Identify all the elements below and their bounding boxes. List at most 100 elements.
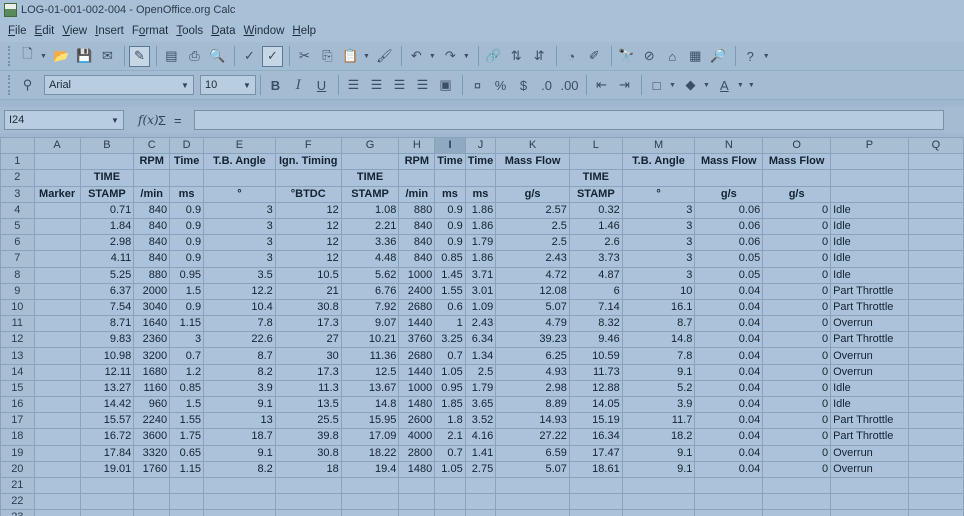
- cell-h7[interactable]: 840: [398, 250, 436, 268]
- cell-g18[interactable]: 17.09: [340, 428, 400, 446]
- open-folder-icon[interactable]: 📂: [51, 46, 72, 67]
- cell-i3[interactable]: ms: [434, 185, 466, 203]
- cell-i12[interactable]: 3.25: [434, 331, 466, 349]
- cell-e1[interactable]: T.B. Angle: [203, 153, 276, 171]
- cell-o15[interactable]: 0: [762, 379, 832, 398]
- italic-button[interactable]: I: [288, 75, 309, 96]
- cell-n10[interactable]: 0.04: [694, 298, 764, 317]
- cell-j13[interactable]: 1.34: [464, 347, 497, 365]
- cell-n23[interactable]: [694, 509, 764, 516]
- cell-g8[interactable]: 5.62: [340, 266, 400, 284]
- cell-d13[interactable]: 0.7: [169, 347, 205, 365]
- select-all-corner[interactable]: [0, 136, 35, 155]
- cell-h17[interactable]: 2600: [398, 412, 436, 430]
- cell-g21[interactable]: [340, 476, 400, 495]
- cell-i20[interactable]: 1.05: [434, 460, 466, 478]
- cell-p6[interactable]: Idle: [830, 234, 909, 252]
- cell-d1[interactable]: Time: [169, 153, 205, 171]
- cell-f16[interactable]: 13.5: [274, 395, 342, 414]
- cell-n19[interactable]: 0.04: [694, 444, 764, 462]
- cell-o22[interactable]: [762, 493, 832, 511]
- cell-a10[interactable]: [33, 298, 81, 317]
- justify-icon[interactable]: ☰: [412, 75, 433, 96]
- cell-l9[interactable]: 6: [568, 282, 623, 300]
- cell-c15[interactable]: 1160: [133, 379, 171, 398]
- cell-j19[interactable]: 1.41: [464, 444, 497, 462]
- cell-b17[interactable]: 15.57: [79, 412, 135, 430]
- cell-n13[interactable]: 0.04: [694, 347, 764, 365]
- email-icon[interactable]: ✉: [97, 46, 118, 67]
- cell-n14[interactable]: 0.04: [694, 363, 764, 381]
- cell-b13[interactable]: 10.98: [79, 347, 135, 365]
- cell-q7[interactable]: [907, 250, 964, 268]
- chart-icon[interactable]: ◔: [561, 46, 582, 67]
- cell-l12[interactable]: 9.46: [568, 331, 623, 349]
- cell-f17[interactable]: 25.5: [274, 412, 342, 430]
- cell-d23[interactable]: [169, 509, 205, 516]
- cell-m4[interactable]: 3: [621, 201, 696, 219]
- cell-i17[interactable]: 1.8: [434, 412, 466, 430]
- row-header[interactable]: 23: [0, 509, 35, 516]
- new-document-icon[interactable]: 🗋: [17, 46, 38, 67]
- cell-j14[interactable]: 2.5: [464, 363, 497, 381]
- font-name-combo[interactable]: Arial ▼: [44, 75, 194, 95]
- cell-f20[interactable]: 18: [274, 460, 342, 478]
- cell-b23[interactable]: [79, 509, 135, 516]
- cell-e15[interactable]: 3.9: [203, 379, 276, 398]
- cell-p21[interactable]: [830, 476, 909, 495]
- cell-q9[interactable]: [907, 282, 964, 300]
- cell-g4[interactable]: 1.08: [340, 201, 400, 219]
- column-header[interactable]: B: [79, 136, 135, 155]
- cell-l13[interactable]: 10.59: [568, 347, 623, 365]
- currency-format-icon[interactable]: ¤: [467, 75, 488, 96]
- cell-c11[interactable]: 1640: [133, 315, 171, 333]
- cell-l11[interactable]: 8.32: [568, 315, 623, 333]
- column-header[interactable]: C: [133, 136, 171, 155]
- redo-icon[interactable]: ↷: [440, 46, 461, 67]
- cell-h13[interactable]: 2680: [398, 347, 436, 365]
- cell-l6[interactable]: 2.6: [568, 234, 623, 252]
- cell-q15[interactable]: [907, 379, 964, 398]
- column-header[interactable]: O: [762, 136, 832, 155]
- cell-o13[interactable]: 0: [762, 347, 832, 365]
- cell-l3[interactable]: STAMP: [568, 185, 623, 203]
- copy-icon[interactable]: ⎘: [317, 46, 338, 67]
- cell-i22[interactable]: [434, 493, 466, 511]
- row-header[interactable]: 19: [0, 444, 35, 462]
- cell-g3[interactable]: STAMP: [340, 185, 400, 203]
- cell-f9[interactable]: 21: [274, 282, 342, 300]
- cell-g11[interactable]: 9.07: [340, 315, 400, 333]
- cell-c18[interactable]: 3600: [133, 428, 171, 446]
- cell-i11[interactable]: 1: [434, 315, 466, 333]
- cell-q19[interactable]: [907, 444, 964, 462]
- row-header[interactable]: 13: [0, 347, 35, 365]
- cell-g20[interactable]: 19.4: [340, 460, 400, 478]
- cell-i10[interactable]: 0.6: [434, 298, 466, 317]
- cell-a23[interactable]: [33, 509, 81, 516]
- cell-m10[interactable]: 16.1: [621, 298, 696, 317]
- cell-k17[interactable]: 14.93: [495, 412, 570, 430]
- cell-k12[interactable]: 39.23: [495, 331, 570, 349]
- cell-k11[interactable]: 4.79: [495, 315, 570, 333]
- cell-h18[interactable]: 4000: [398, 428, 436, 446]
- cell-a2[interactable]: [33, 169, 81, 187]
- cell-j2[interactable]: [464, 169, 497, 187]
- cell-k15[interactable]: 2.98: [495, 379, 570, 398]
- help-icon[interactable]: ?: [740, 46, 761, 67]
- cell-q13[interactable]: [907, 347, 964, 365]
- cell-c10[interactable]: 3040: [133, 298, 171, 317]
- cell-f10[interactable]: 30.8: [274, 298, 342, 317]
- cell-j8[interactable]: 3.71: [464, 266, 497, 284]
- cell-k18[interactable]: 27.22: [495, 428, 570, 446]
- row-header[interactable]: 22: [0, 493, 35, 511]
- cell-d4[interactable]: 0.9: [169, 201, 205, 219]
- row-header[interactable]: 12: [0, 331, 35, 349]
- cell-q2[interactable]: [907, 169, 964, 187]
- cell-h23[interactable]: [398, 509, 436, 516]
- cell-e5[interactable]: 3: [203, 217, 276, 236]
- cell-p23[interactable]: [830, 509, 909, 516]
- column-header[interactable]: A: [33, 136, 81, 155]
- cell-p13[interactable]: Overrun: [830, 347, 909, 365]
- cell-n9[interactable]: 0.04: [694, 282, 764, 300]
- cell-p9[interactable]: Part Throttle: [830, 282, 909, 300]
